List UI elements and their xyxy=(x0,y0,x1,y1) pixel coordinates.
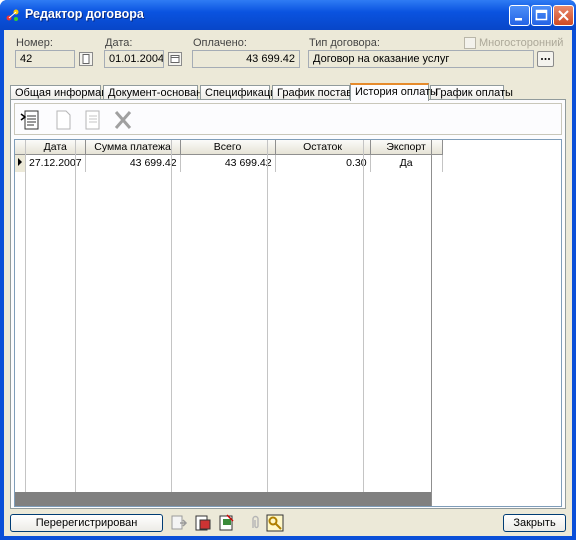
table-row[interactable]: 27.12.2007 43 699.42 43 699.42 0.30 Да xyxy=(15,154,443,172)
maximize-button[interactable] xyxy=(531,5,552,26)
export-document-icon[interactable] xyxy=(170,514,188,532)
cell-date[interactable]: 27.12.2007 xyxy=(25,154,86,172)
app-icon xyxy=(6,9,19,21)
column-divider xyxy=(267,140,268,506)
cell-balance[interactable]: 0.30 xyxy=(275,154,371,172)
close-window-button[interactable] xyxy=(553,5,574,26)
tab-payment-history[interactable]: История оплаты xyxy=(350,83,438,101)
payment-history-grid: Дата Сумма платежа Всего Остаток Экспорт… xyxy=(14,139,562,507)
contract-type-field[interactable]: Договор на оказание услуг xyxy=(308,50,534,68)
date-picker-button[interactable] xyxy=(168,52,182,66)
number-field[interactable]: 42 xyxy=(15,50,75,68)
tab-base-document[interactable]: Документ-основание xyxy=(103,85,214,100)
column-header-total[interactable]: Всего xyxy=(180,140,276,155)
window-title: Редактор договора xyxy=(25,7,144,21)
row-indicator-header xyxy=(15,140,26,155)
paperclip-icon[interactable] xyxy=(246,514,264,532)
tab-payment-schedule[interactable]: График оплаты xyxy=(430,85,513,100)
current-row-arrow-icon xyxy=(18,157,22,166)
date-field[interactable]: 01.01.2004 xyxy=(104,50,164,68)
document-icon xyxy=(82,54,90,64)
number-label: Номер: xyxy=(16,37,53,49)
ellipsis-icon xyxy=(541,58,550,60)
multilateral-label: Многосторонний xyxy=(479,37,564,49)
tab-general-info[interactable]: Общая информация xyxy=(10,85,120,100)
close-icon xyxy=(558,10,569,21)
number-picker-button[interactable] xyxy=(79,52,93,66)
column-divider xyxy=(25,140,26,506)
calendar-icon xyxy=(170,55,180,63)
attach-document-icon[interactable] xyxy=(218,514,236,532)
column-header-balance[interactable]: Остаток xyxy=(275,140,371,155)
paid-amount-field: 43 699.42 xyxy=(192,50,300,68)
tab-specification[interactable]: Спецификация xyxy=(200,85,282,100)
copy-document-icon[interactable] xyxy=(81,108,105,132)
row-indicator xyxy=(15,154,26,172)
column-header-date[interactable]: Дата xyxy=(25,140,86,155)
contract-type-label: Тип договора: xyxy=(309,37,380,49)
column-divider xyxy=(171,140,172,506)
cell-total[interactable]: 43 699.42 xyxy=(180,154,276,172)
reregistered-status-button[interactable]: Перерегистрирован xyxy=(10,514,163,532)
print-document-icon[interactable] xyxy=(194,514,212,532)
paid-label: Оплачено: xyxy=(193,37,247,49)
delete-icon[interactable] xyxy=(111,108,135,132)
grid-footer-row xyxy=(15,492,431,506)
payment-history-panel: Дата Сумма платежа Всего Остаток Экспорт… xyxy=(10,99,566,509)
grid-toolbar xyxy=(14,103,562,135)
multilateral-checkbox[interactable] xyxy=(464,37,476,49)
blank-document-icon[interactable] xyxy=(51,108,75,132)
new-document-icon[interactable] xyxy=(19,108,43,132)
payment-table: Дата Сумма платежа Всего Остаток Экспорт… xyxy=(15,140,443,172)
grid-header-row: Дата Сумма платежа Всего Остаток Экспорт xyxy=(15,140,443,155)
close-button[interactable]: Закрыть xyxy=(503,514,566,532)
date-label: Дата: xyxy=(105,37,133,49)
column-header-payment-sum[interactable]: Сумма платежа xyxy=(85,140,181,155)
dialog-client-area: Номер: 42 Дата: 01.01.2004 Оплачено: 43 … xyxy=(4,30,572,536)
column-divider xyxy=(75,140,76,506)
tab-delivery-schedule[interactable]: График поставки xyxy=(272,85,363,100)
maximize-icon xyxy=(535,9,548,21)
title-bar[interactable]: Редактор договора xyxy=(0,0,576,30)
minimize-icon xyxy=(515,18,522,21)
key-search-icon[interactable] xyxy=(266,514,284,532)
cell-payment-sum[interactable]: 43 699.42 xyxy=(85,154,181,172)
minimize-button[interactable] xyxy=(509,5,530,26)
column-divider xyxy=(363,140,364,506)
column-divider xyxy=(431,140,432,506)
contract-type-browse-button[interactable] xyxy=(537,51,554,67)
dialog-window: Редактор договора Номер: 42 Дата: 01.01.… xyxy=(0,0,576,540)
